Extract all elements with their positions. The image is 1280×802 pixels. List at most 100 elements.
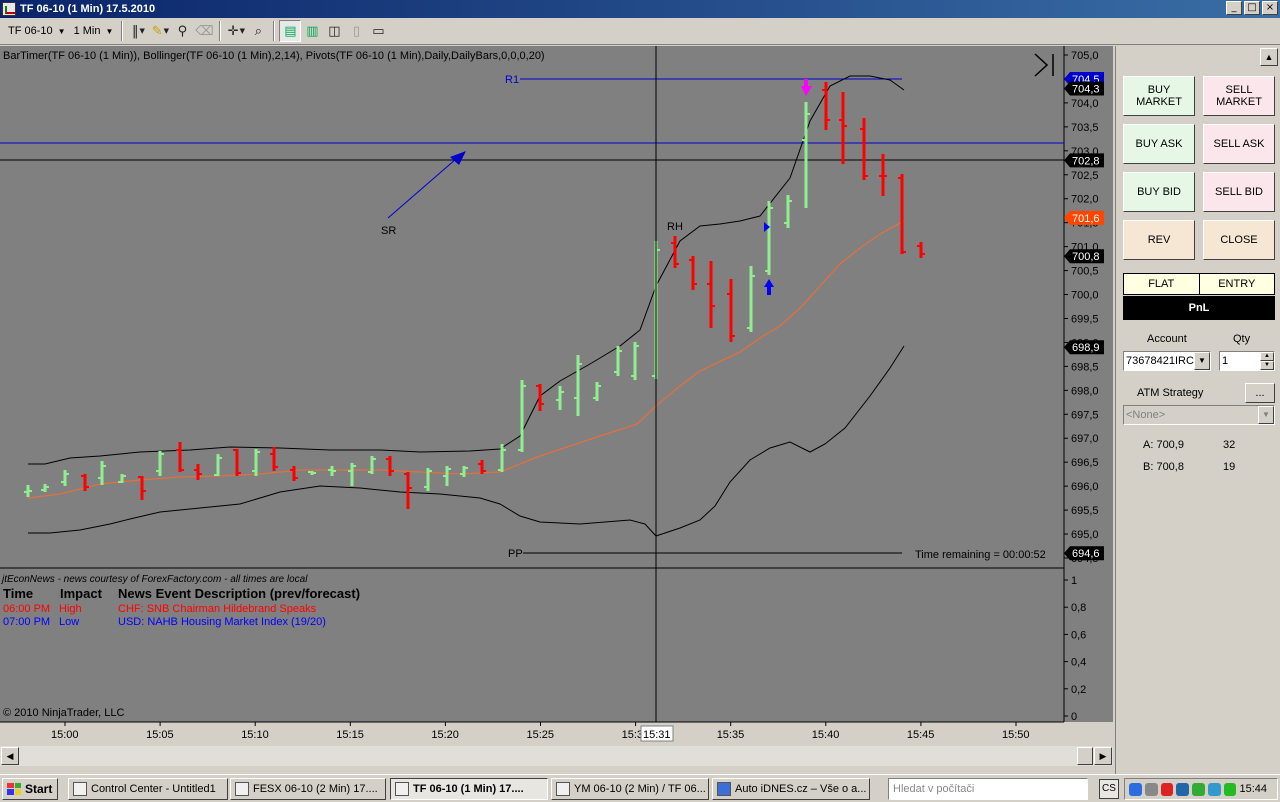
taskbar-item-label: YM 06-10 (2 Min) / TF 06... [574, 783, 706, 795]
panel-scroll-up-icon[interactable]: ▲ [1260, 48, 1278, 66]
quantity-stepper[interactable]: 1 ▲ ▼ [1219, 351, 1275, 371]
minimize-button[interactable]: _ [1226, 1, 1242, 15]
bid-price: B: 700,8 [1143, 461, 1184, 473]
bollinger-upper-band [28, 75, 905, 465]
chevron-down-icon: ▼ [57, 26, 66, 36]
chart-horizontal-scrollbar[interactable]: ◀ ▶ [0, 746, 1113, 766]
pp-label: PP [508, 548, 523, 560]
scrollbar-thumb[interactable] [1077, 747, 1093, 765]
scroll-left-icon[interactable]: ◀ [1, 747, 19, 765]
news-row-2-time: 07:00 PM [3, 616, 51, 628]
connection-icon[interactable] [1207, 782, 1221, 796]
antivirus-icon[interactable] [1160, 782, 1174, 796]
toolbar-separator [273, 21, 276, 41]
ask-size: 32 [1223, 439, 1236, 451]
start-label: Start [25, 781, 53, 796]
bid-size: 19 [1223, 461, 1236, 473]
news-row-1-impact: High [59, 603, 82, 615]
news-header-time: Time [3, 586, 34, 601]
windows-logo-icon [7, 782, 21, 795]
network-icon[interactable] [1129, 782, 1142, 796]
news-row-2-desc: USD: NAHB Housing Market Index (19/20) [118, 616, 326, 628]
buy-ask-button[interactable]: BUY ASK [1123, 124, 1195, 164]
time-axis-label: 15:35 [717, 729, 745, 741]
taskbar-item-tf[interactable]: TF 06-10 (1 Min) 17.... [390, 778, 548, 800]
interval-selector[interactable]: 1 Min ▼ [70, 21, 118, 41]
account-value: 73678421IRC [1126, 355, 1194, 367]
drawing-tool-icon[interactable]: ✎ ▼ [149, 20, 171, 42]
indicator-legend: BarTimer(TF 06-10 (1 Min)), Bollinger(TF… [3, 50, 545, 62]
sell-market-button[interactable]: SELL MARKET [1203, 76, 1275, 116]
sr-arrow-head [450, 151, 466, 165]
bluetooth-icon[interactable] [1176, 782, 1190, 796]
atm-strategy-select[interactable]: <None> ▼ [1123, 405, 1275, 425]
crosshair-time-label: 15:31 [643, 729, 671, 741]
chart-canvas[interactable]: R1 SR PP Time remaining = 00:00:52 RH 705,0 70… [0, 46, 1113, 746]
taskbar-item-ym[interactable]: YM 06-10 (2 Min) / TF 06... [551, 778, 709, 800]
buy-signal-arrow [764, 279, 774, 287]
account-select[interactable]: 73678421IRC ▼ [1123, 351, 1211, 371]
taskbar-item-fesx[interactable]: FESX 06-10 (2 Min) 17.... [230, 778, 386, 800]
indicators-icon[interactable]: ▥ [301, 20, 323, 42]
instrument-selector[interactable]: TF 06-10 ▼ [4, 21, 70, 41]
price-axis-label: 700,5 [1071, 266, 1099, 278]
data-box-icon[interactable]: ▭ [367, 20, 389, 42]
messenger-icon[interactable] [1192, 782, 1205, 796]
price-axis-label: 704,0 [1071, 98, 1099, 110]
spin-down-icon[interactable]: ▼ [1260, 361, 1274, 370]
time-axis-label: 15:25 [527, 729, 555, 741]
indicator-axis-label: 0,6 [1071, 629, 1086, 641]
chevron-down-icon: ▼ [105, 26, 114, 36]
window-controls: _ □ × [1226, 1, 1278, 15]
time-axis-label: 15:45 [907, 729, 935, 741]
zoom-icon[interactable]: ⌕ [247, 20, 269, 42]
language-indicator[interactable]: CS [1099, 779, 1119, 799]
status-icon[interactable] [1223, 782, 1237, 796]
news-row-2-impact: Low [59, 616, 80, 628]
time-axis-label: 15:00 [51, 729, 79, 741]
crosshair-icon[interactable]: ✛ ▼ [225, 20, 247, 42]
sell-signal-stem [804, 79, 808, 87]
clock: 15:44 [1239, 783, 1267, 795]
sell-ask-button[interactable]: SELL ASK [1203, 124, 1275, 164]
buy-market-button[interactable]: BUY MARKET [1123, 76, 1195, 116]
pin-icon[interactable]: ⚲ [171, 20, 193, 42]
taskbar-item-label: Control Center - Untitled1 [91, 783, 216, 795]
scroll-right-icon[interactable]: ▶ [1094, 747, 1112, 765]
qty-spinner[interactable]: ▲ ▼ [1260, 352, 1274, 370]
chevron-down-icon[interactable]: ▼ [1194, 352, 1210, 370]
spin-up-icon[interactable]: ▲ [1260, 352, 1274, 361]
buy-bid-button[interactable]: BUY BID [1123, 172, 1195, 212]
start-button[interactable]: Start [2, 777, 58, 800]
strategies-icon[interactable]: ◫ [323, 20, 345, 42]
chevron-down-icon[interactable]: ▼ [1258, 406, 1274, 424]
bar-type-icon[interactable]: ‖ ▼ [127, 20, 149, 42]
eraser-icon[interactable]: ⌫ [193, 20, 215, 42]
rh-label: RH [667, 221, 683, 233]
instrument-label: TF 06-10 [8, 25, 53, 37]
taskbar-item-control-center[interactable]: Control Center - Untitled1 [68, 778, 228, 800]
reverse-button[interactable]: REV [1123, 220, 1195, 260]
sell-bid-button[interactable]: SELL BID [1203, 172, 1275, 212]
price-chart[interactable]: R1 SR PP Time remaining = 00:00:52 RH 705,0 70… [0, 46, 1113, 746]
maximize-button[interactable]: □ [1244, 1, 1260, 15]
chart-app-icon [2, 2, 16, 16]
search-icon[interactable] [1144, 782, 1158, 796]
properties-icon[interactable]: ▯ [345, 20, 367, 42]
price-axis-label: 696,5 [1071, 457, 1099, 469]
close-button[interactable]: × [1262, 1, 1278, 15]
close-position-button[interactable]: CLOSE [1203, 220, 1275, 260]
time-axis-label: 15:10 [241, 729, 269, 741]
atm-strategy-browse-button[interactable]: ... [1245, 383, 1275, 403]
entry-price-label: ENTRY [1218, 278, 1256, 290]
price-axis-label: 695,0 [1071, 529, 1099, 541]
chart-icon [235, 782, 249, 796]
indicator-axis-label: 0,4 [1071, 657, 1086, 669]
desktop-search-input[interactable]: Hledat v počítači [888, 778, 1088, 800]
account-label: Account [1147, 333, 1187, 345]
taskbar-item-browser[interactable]: Auto iDNES.cz – Vše o a... [712, 778, 870, 800]
chart-trader-icon[interactable]: ▤ [279, 20, 302, 42]
price-tag-label: 700,8 [1072, 251, 1100, 263]
copyright-text: © 2010 NinjaTrader, LLC [3, 707, 125, 719]
sell-signal-arrow [801, 86, 812, 96]
